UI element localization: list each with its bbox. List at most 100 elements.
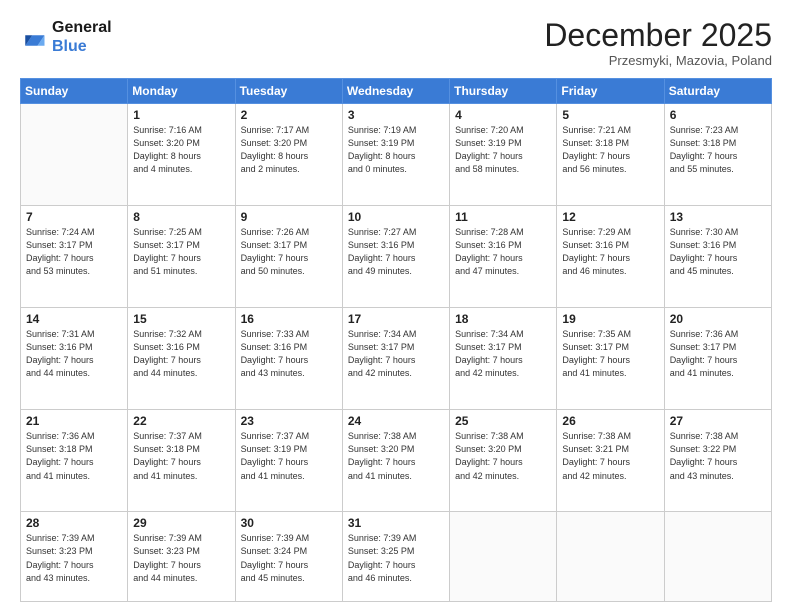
day-info: Sunrise: 7:37 AMSunset: 3:19 PMDaylight:… [241, 430, 337, 482]
day-number: 8 [133, 210, 229, 224]
day-number: 22 [133, 414, 229, 428]
day-info: Sunrise: 7:19 AMSunset: 3:19 PMDaylight:… [348, 124, 444, 176]
col-monday: Monday [128, 79, 235, 104]
day-number: 9 [241, 210, 337, 224]
day-info: Sunrise: 7:39 AMSunset: 3:25 PMDaylight:… [348, 532, 444, 584]
calendar-cell: 25 Sunrise: 7:38 AMSunset: 3:20 PMDayligh… [450, 410, 557, 512]
day-info: Sunrise: 7:16 AMSunset: 3:20 PMDaylight:… [133, 124, 229, 176]
day-info: Sunrise: 7:20 AMSunset: 3:19 PMDaylight:… [455, 124, 551, 176]
day-info: Sunrise: 7:33 AMSunset: 3:16 PMDaylight:… [241, 328, 337, 380]
calendar-cell: 13 Sunrise: 7:30 AMSunset: 3:16 PMDayligh… [664, 206, 771, 308]
day-number: 11 [455, 210, 551, 224]
day-info: Sunrise: 7:39 AMSunset: 3:23 PMDaylight:… [133, 532, 229, 584]
calendar-cell: 27 Sunrise: 7:38 AMSunset: 3:22 PMDayligh… [664, 410, 771, 512]
day-number: 6 [670, 108, 766, 122]
day-number: 28 [26, 516, 122, 530]
calendar-cell: 23 Sunrise: 7:37 AMSunset: 3:19 PMDayligh… [235, 410, 342, 512]
calendar-cell [450, 512, 557, 602]
col-thursday: Thursday [450, 79, 557, 104]
calendar-cell: 2 Sunrise: 7:17 AMSunset: 3:20 PMDaylight… [235, 104, 342, 206]
day-number: 24 [348, 414, 444, 428]
calendar-cell: 9 Sunrise: 7:26 AMSunset: 3:17 PMDaylight… [235, 206, 342, 308]
day-number: 1 [133, 108, 229, 122]
day-number: 13 [670, 210, 766, 224]
day-number: 27 [670, 414, 766, 428]
logo-icon [20, 23, 48, 51]
calendar-cell [664, 512, 771, 602]
calendar-cell: 18Sunrise: 7:34 AMSunset: 3:17 PMDayligh… [450, 308, 557, 410]
day-info: Sunrise: 7:30 AMSunset: 3:16 PMDaylight:… [670, 226, 766, 278]
calendar-cell: 8 Sunrise: 7:25 AMSunset: 3:17 PMDaylight… [128, 206, 235, 308]
day-number: 23 [241, 414, 337, 428]
day-info: Sunrise: 7:38 AMSunset: 3:22 PMDaylight:… [670, 430, 766, 482]
calendar-cell: 26 Sunrise: 7:38 AMSunset: 3:21 PMDayligh… [557, 410, 664, 512]
logo-text: General Blue [52, 18, 112, 56]
calendar-cell: 29 Sunrise: 7:39 AMSunset: 3:23 PMDayligh… [128, 512, 235, 602]
day-number: 7 [26, 210, 122, 224]
day-number: 30 [241, 516, 337, 530]
day-info: Sunrise: 7:38 AMSunset: 3:21 PMDaylight:… [562, 430, 658, 482]
day-info: Sunrise: 7:39 AMSunset: 3:23 PMDaylight:… [26, 532, 122, 584]
week-row-3: 14Sunrise: 7:31 AMSunset: 3:16 PMDayligh… [21, 308, 772, 410]
calendar-cell: 16Sunrise: 7:33 AMSunset: 3:16 PMDayligh… [235, 308, 342, 410]
month-title: December 2025 [544, 18, 772, 53]
day-info: Sunrise: 7:27 AMSunset: 3:16 PMDaylight:… [348, 226, 444, 278]
col-wednesday: Wednesday [342, 79, 449, 104]
day-info: Sunrise: 7:17 AMSunset: 3:20 PMDaylight:… [241, 124, 337, 176]
day-info: Sunrise: 7:37 AMSunset: 3:18 PMDaylight:… [133, 430, 229, 482]
day-info: Sunrise: 7:25 AMSunset: 3:17 PMDaylight:… [133, 226, 229, 278]
calendar-cell: 6 Sunrise: 7:23 AMSunset: 3:18 PMDaylight… [664, 104, 771, 206]
calendar-cell: 10 Sunrise: 7:27 AMSunset: 3:16 PMDayligh… [342, 206, 449, 308]
day-number: 14 [26, 312, 122, 326]
day-info: Sunrise: 7:23 AMSunset: 3:18 PMDaylight:… [670, 124, 766, 176]
location-subtitle: Przesmyki, Mazovia, Poland [544, 53, 772, 68]
calendar-cell: 4 Sunrise: 7:20 AMSunset: 3:19 PMDaylight… [450, 104, 557, 206]
day-info: Sunrise: 7:32 AMSunset: 3:16 PMDaylight:… [133, 328, 229, 380]
day-info: Sunrise: 7:34 AMSunset: 3:17 PMDaylight:… [455, 328, 551, 380]
day-number: 20 [670, 312, 766, 326]
calendar-cell: 30 Sunrise: 7:39 AMSunset: 3:24 PMDayligh… [235, 512, 342, 602]
calendar-cell: 1 Sunrise: 7:16 AMSunset: 3:20 PMDaylight… [128, 104, 235, 206]
week-row-5: 28 Sunrise: 7:39 AMSunset: 3:23 PMDayligh… [21, 512, 772, 602]
day-info: Sunrise: 7:26 AMSunset: 3:17 PMDaylight:… [241, 226, 337, 278]
day-info: Sunrise: 7:35 AMSunset: 3:17 PMDaylight:… [562, 328, 658, 380]
calendar-cell [557, 512, 664, 602]
day-number: 31 [348, 516, 444, 530]
col-saturday: Saturday [664, 79, 771, 104]
calendar-cell: 14Sunrise: 7:31 AMSunset: 3:16 PMDayligh… [21, 308, 128, 410]
day-number: 10 [348, 210, 444, 224]
day-number: 4 [455, 108, 551, 122]
day-info: Sunrise: 7:28 AMSunset: 3:16 PMDaylight:… [455, 226, 551, 278]
day-info: Sunrise: 7:21 AMSunset: 3:18 PMDaylight:… [562, 124, 658, 176]
calendar-cell: 24 Sunrise: 7:38 AMSunset: 3:20 PMDayligh… [342, 410, 449, 512]
day-number: 2 [241, 108, 337, 122]
col-friday: Friday [557, 79, 664, 104]
col-tuesday: Tuesday [235, 79, 342, 104]
day-number: 12 [562, 210, 658, 224]
calendar-cell: 5Sunrise: 7:21 AMSunset: 3:18 PMDaylight… [557, 104, 664, 206]
day-info: Sunrise: 7:36 AMSunset: 3:17 PMDaylight:… [670, 328, 766, 380]
calendar-table: Sunday Monday Tuesday Wednesday Thursday… [20, 78, 772, 602]
calendar-cell: 17Sunrise: 7:34 AMSunset: 3:17 PMDayligh… [342, 308, 449, 410]
week-row-4: 21Sunrise: 7:36 AMSunset: 3:18 PMDayligh… [21, 410, 772, 512]
calendar-cell: 21Sunrise: 7:36 AMSunset: 3:18 PMDayligh… [21, 410, 128, 512]
day-info: Sunrise: 7:36 AMSunset: 3:18 PMDaylight:… [26, 430, 122, 482]
day-number: 3 [348, 108, 444, 122]
day-info: Sunrise: 7:39 AMSunset: 3:24 PMDaylight:… [241, 532, 337, 584]
day-number: 26 [562, 414, 658, 428]
day-number: 25 [455, 414, 551, 428]
calendar-header-row: Sunday Monday Tuesday Wednesday Thursday… [21, 79, 772, 104]
col-sunday: Sunday [21, 79, 128, 104]
calendar-cell: 7 Sunrise: 7:24 AMSunset: 3:17 PMDaylight… [21, 206, 128, 308]
day-number: 15 [133, 312, 229, 326]
day-number: 19 [562, 312, 658, 326]
title-section: December 2025 Przesmyki, Mazovia, Poland [544, 18, 772, 68]
calendar-cell: 11 Sunrise: 7:28 AMSunset: 3:16 PMDayligh… [450, 206, 557, 308]
logo: General Blue [20, 18, 112, 56]
day-info: Sunrise: 7:38 AMSunset: 3:20 PMDaylight:… [455, 430, 551, 482]
calendar-cell [21, 104, 128, 206]
day-number: 17 [348, 312, 444, 326]
day-info: Sunrise: 7:38 AMSunset: 3:20 PMDaylight:… [348, 430, 444, 482]
day-number: 29 [133, 516, 229, 530]
day-info: Sunrise: 7:24 AMSunset: 3:17 PMDaylight:… [26, 226, 122, 278]
